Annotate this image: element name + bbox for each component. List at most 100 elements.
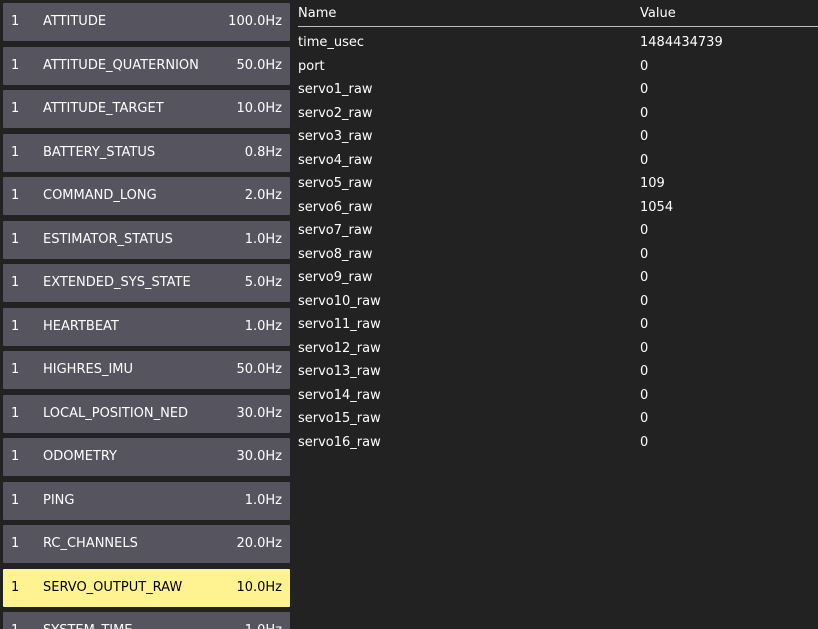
table-row: servo3_raw 0 bbox=[298, 127, 818, 151]
field-name: servo5_raw bbox=[298, 176, 373, 191]
field-name: servo12_raw bbox=[298, 340, 381, 356]
message-component-id: 1 bbox=[11, 275, 20, 290]
field-name: servo6_raw bbox=[298, 199, 373, 215]
message-component-id: 1 bbox=[11, 57, 20, 73]
field-value: 109 bbox=[640, 176, 665, 191]
message-component-id: 1 bbox=[11, 612, 19, 629]
message-rate: 10.0Hz bbox=[236, 101, 282, 116]
field-name: servo4_raw bbox=[298, 152, 373, 168]
field-name: servo16_raw bbox=[298, 434, 381, 450]
message-name: RC_CHANNELS bbox=[43, 536, 138, 551]
message-name: SYSTEM_TIME bbox=[43, 612, 133, 629]
field-name: servo9_raw bbox=[298, 270, 373, 285]
field-name: servo7_raw bbox=[298, 223, 373, 238]
field-value: 0 bbox=[640, 152, 649, 168]
field-name: servo11_raw bbox=[298, 317, 381, 332]
message-name: HEARTBEAT bbox=[43, 318, 119, 334]
message-component-id: 1 bbox=[11, 362, 20, 377]
message-item[interactable]: 1 ESTIMATOR_STATUS 1.0Hz bbox=[3, 220, 290, 259]
field-value: 0 bbox=[640, 58, 649, 74]
message-name: HIGHRES_IMU bbox=[43, 362, 134, 377]
message-rate: 1.0Hz bbox=[244, 231, 282, 247]
field-value: 0 bbox=[640, 317, 649, 332]
message-rate: 1.0Hz bbox=[244, 492, 282, 508]
message-item[interactable]: 1 SERVO_OUTPUT_RAW 10.0Hz bbox=[3, 568, 290, 607]
field-value: 0 bbox=[640, 340, 649, 356]
field-name: servo15_raw bbox=[298, 411, 381, 426]
message-item[interactable]: 1 SYSTEM_TIME 1.0Hz bbox=[3, 612, 290, 629]
message-item[interactable]: 1 ATTITUDE_TARGET 10.0Hz bbox=[3, 90, 290, 128]
field-name: servo1_raw bbox=[298, 82, 373, 97]
message-component-id: 1 bbox=[11, 231, 20, 247]
message-name: ATTITUDE_TARGET bbox=[43, 101, 164, 116]
message-rate: 1.0Hz bbox=[244, 318, 282, 334]
table-row: servo13_raw 0 bbox=[298, 362, 818, 386]
message-list[interactable]: 1 ATTITUDE 100.0Hz 1 ATTITUDE_QUATERNION 50.0… bbox=[0, 0, 294, 629]
field-value: 0 bbox=[640, 129, 649, 144]
message-rate: 1.0Hz bbox=[245, 612, 282, 629]
message-name: BATTERY_STATUS bbox=[43, 144, 156, 160]
field-value: 0 bbox=[640, 387, 649, 403]
field-value: 0 bbox=[640, 223, 649, 238]
table-row: servo2_raw 0 bbox=[298, 104, 818, 128]
message-component-id: 1 bbox=[11, 188, 20, 203]
message-item[interactable]: 1 EXTENDED_SYS_STATE 5.0Hz bbox=[3, 264, 290, 302]
message-name: PING bbox=[43, 492, 75, 508]
field-name: servo14_raw bbox=[298, 387, 381, 403]
field-value: 0 bbox=[640, 434, 649, 450]
message-name: LOCAL_POSITION_NED bbox=[43, 405, 189, 421]
message-item[interactable]: 1 BATTERY_STATUS 0.8Hz bbox=[3, 133, 290, 172]
field-value: 0 bbox=[640, 246, 649, 262]
message-component-id: 1 bbox=[11, 318, 20, 334]
message-item[interactable]: 1 ATTITUDE 100.0Hz bbox=[3, 3, 290, 41]
message-component-id: 1 bbox=[11, 101, 20, 116]
table-row: servo14_raw 0 bbox=[298, 386, 818, 410]
field-name: port bbox=[298, 58, 325, 74]
message-fields-table: Name Value time_usec 1484434739 port 0 servo… bbox=[298, 0, 818, 629]
message-component-id: 1 bbox=[11, 405, 20, 421]
message-rate: 100.0Hz bbox=[228, 14, 282, 29]
message-component-id: 1 bbox=[11, 144, 20, 160]
field-value: 0 bbox=[640, 82, 649, 97]
message-name: ESTIMATOR_STATUS bbox=[43, 231, 173, 247]
message-item[interactable]: 1 HIGHRES_IMU 50.0Hz bbox=[3, 351, 290, 389]
table-row: servo5_raw 109 bbox=[298, 174, 818, 198]
message-rate: 2.0Hz bbox=[244, 188, 282, 203]
message-item[interactable]: 1 ODOMETRY 30.0Hz bbox=[3, 438, 290, 476]
table-row: servo8_raw 0 bbox=[298, 245, 818, 269]
field-value: 0 bbox=[640, 411, 649, 426]
table-row: servo16_raw 0 bbox=[298, 433, 818, 457]
message-component-id: 1 bbox=[11, 536, 20, 551]
field-name: servo3_raw bbox=[298, 129, 373, 144]
column-header-value[interactable]: Value bbox=[640, 6, 676, 22]
field-value: 1484434739 bbox=[640, 35, 723, 50]
message-rate: 10.0Hz bbox=[236, 579, 282, 595]
message-name: SERVO_OUTPUT_RAW bbox=[43, 579, 183, 595]
message-item[interactable]: 1 PING 1.0Hz bbox=[3, 481, 290, 520]
table-row: servo7_raw 0 bbox=[298, 221, 818, 245]
field-name: servo10_raw bbox=[298, 293, 381, 309]
message-rate: 0.8Hz bbox=[244, 144, 282, 160]
message-rate: 5.0Hz bbox=[244, 275, 282, 290]
message-item[interactable]: 1 COMMAND_LONG 2.0Hz bbox=[3, 177, 290, 215]
message-name: COMMAND_LONG bbox=[43, 188, 157, 203]
message-item[interactable]: 1 ATTITUDE_QUATERNION 50.0Hz bbox=[3, 46, 290, 85]
message-item[interactable]: 1 LOCAL_POSITION_NED 30.0Hz bbox=[3, 394, 290, 433]
table-row: servo1_raw 0 bbox=[298, 80, 818, 104]
message-item[interactable]: 1 HEARTBEAT 1.0Hz bbox=[3, 307, 290, 346]
field-value: 1054 bbox=[640, 199, 674, 215]
field-name: servo13_raw bbox=[298, 364, 381, 379]
message-item[interactable]: 1 RC_CHANNELS 20.0Hz bbox=[3, 525, 290, 563]
message-name: ATTITUDE bbox=[43, 14, 107, 29]
field-value: 0 bbox=[640, 270, 649, 285]
table-row: servo10_raw 0 bbox=[298, 292, 818, 316]
message-rate: 20.0Hz bbox=[236, 536, 282, 551]
field-name: servo8_raw bbox=[298, 246, 373, 262]
table-row: servo4_raw 0 bbox=[298, 151, 818, 175]
mavlink-inspector: 1 ATTITUDE 100.0Hz 1 ATTITUDE_QUATERNION 50.0… bbox=[0, 0, 818, 629]
column-header-name[interactable]: Name bbox=[298, 6, 336, 22]
table-row: time_usec 1484434739 bbox=[298, 33, 818, 57]
table-row: servo12_raw 0 bbox=[298, 339, 818, 363]
table-row: servo6_raw 1054 bbox=[298, 198, 818, 222]
table-row: servo11_raw 0 bbox=[298, 315, 818, 339]
